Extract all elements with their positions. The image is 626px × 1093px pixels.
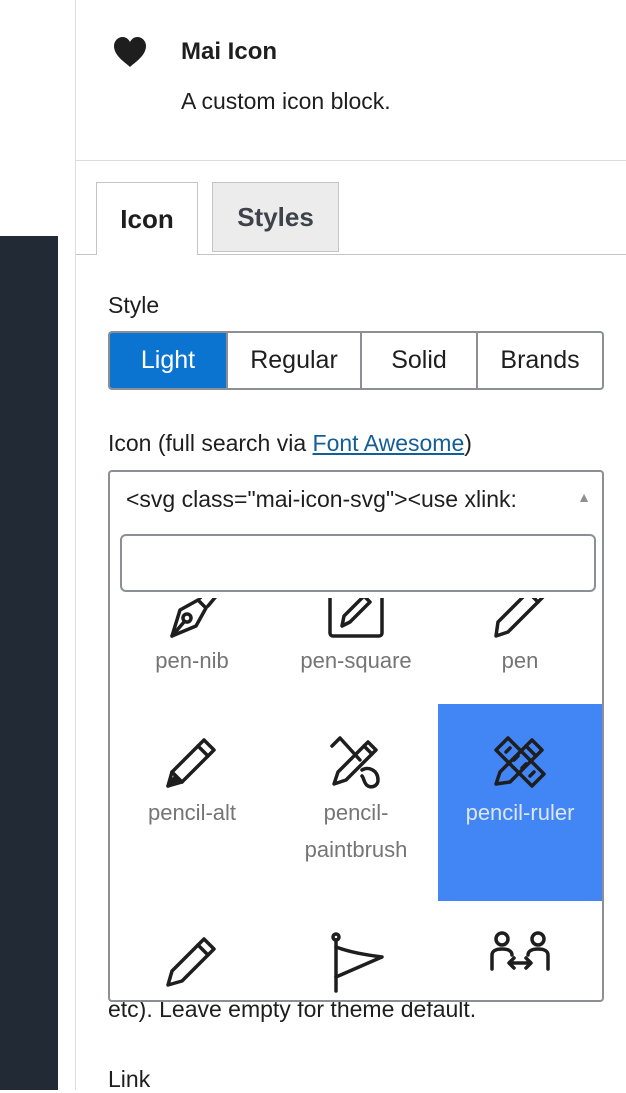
style-regular-button[interactable]: Regular bbox=[228, 333, 362, 388]
block-settings-sidebar: Mai Icon A custom icon block. Icon Style… bbox=[76, 0, 626, 1092]
pencil-paintbrush-label-line2: paintbrush bbox=[304, 837, 408, 862]
font-awesome-link[interactable]: Font Awesome bbox=[313, 430, 465, 456]
pen-label: pen bbox=[501, 648, 539, 673]
pencil-ruler-icon bbox=[494, 736, 546, 788]
caret-up-icon[interactable]: ▲ bbox=[572, 482, 596, 512]
icon-dropdown: pen-nib pen-square pen pencil-alt pencil… bbox=[108, 524, 604, 1002]
style-light-button[interactable]: Light bbox=[110, 333, 228, 388]
icon-option-pen-square[interactable]: pen-square bbox=[274, 598, 438, 704]
pen-icon bbox=[494, 598, 545, 638]
icon-select[interactable]: <svg class="mai-icon-svg"><use xlink: ▲ bbox=[108, 470, 604, 526]
pencil-icon bbox=[166, 937, 216, 987]
icon-grid-viewport[interactable]: pen-nib pen-square pen pencil-alt pencil… bbox=[110, 598, 602, 1000]
block-title: Mai Icon bbox=[181, 38, 278, 65]
icon-select-value: <svg class="mai-icon-svg"><use xlink: bbox=[126, 486, 517, 512]
icon-search-input[interactable] bbox=[120, 534, 596, 592]
link-label: Link bbox=[108, 1066, 151, 1092]
style-solid-button[interactable]: Solid bbox=[362, 333, 478, 388]
icon-option-people-arrows[interactable] bbox=[438, 901, 602, 1000]
icon-option-pencil-paintbrush[interactable]: pencil- paintbrush bbox=[274, 704, 438, 901]
pencil-paintbrush-icon bbox=[330, 736, 380, 789]
pencil-paintbrush-label-line1: pencil- bbox=[323, 800, 389, 825]
icon-option-pencil-ruler[interactable]: pencil-ruler bbox=[438, 704, 602, 901]
tab-styles[interactable]: Styles bbox=[212, 182, 339, 252]
editor-content-dark-block bbox=[0, 236, 58, 1090]
pen-square-label: pen-square bbox=[300, 648, 412, 673]
style-button-group: Light Regular Solid Brands bbox=[108, 331, 604, 390]
icon-option-pencil[interactable] bbox=[110, 901, 274, 1000]
block-description: A custom icon block. bbox=[181, 88, 391, 114]
style-brands-button[interactable]: Brands bbox=[478, 333, 602, 388]
people-arrows-icon bbox=[490, 931, 550, 971]
icon-option-pen-nib[interactable]: pen-nib bbox=[110, 598, 274, 704]
icon-option-pencil-alt[interactable]: pencil-alt bbox=[110, 704, 274, 901]
icon-label-text: Icon (full search via bbox=[108, 430, 313, 456]
tab-icon[interactable]: Icon bbox=[96, 182, 198, 255]
pen-nib-icon bbox=[170, 598, 217, 638]
pencil-alt-label: pencil-alt bbox=[147, 800, 237, 825]
style-label: Style bbox=[108, 292, 160, 318]
pen-nib-label: pen-nib bbox=[155, 648, 229, 673]
icon-label-suffix: ) bbox=[464, 430, 472, 456]
pennant-icon bbox=[331, 932, 384, 993]
icon-field-label: Icon (full search via Font Awesome) bbox=[108, 430, 472, 457]
icon-option-pen[interactable]: pen bbox=[438, 598, 602, 704]
block-card: Mai Icon A custom icon block. bbox=[76, 0, 626, 161]
pen-square-icon bbox=[328, 598, 384, 638]
icon-option-pennant[interactable] bbox=[274, 901, 438, 1000]
pencil-ruler-label: pencil-ruler bbox=[465, 800, 575, 825]
settings-tabs: Icon Styles bbox=[76, 182, 626, 255]
pencil-icon bbox=[166, 738, 216, 788]
heart-icon bbox=[114, 37, 146, 67]
